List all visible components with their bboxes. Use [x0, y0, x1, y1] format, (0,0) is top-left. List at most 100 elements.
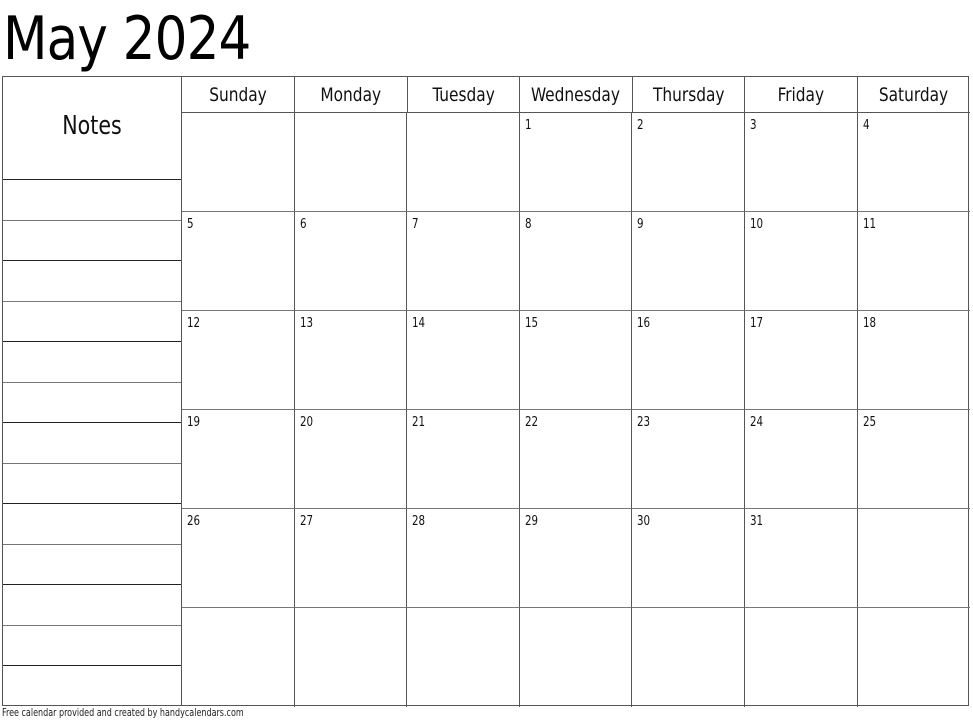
empty-day-cell[interactable] — [632, 608, 745, 707]
day-number: 14 — [412, 316, 426, 331]
day-number: 8 — [524, 217, 532, 232]
empty-day-cell[interactable] — [182, 113, 295, 212]
empty-day-cell[interactable] — [407, 608, 520, 707]
notes-line[interactable] — [3, 543, 181, 545]
weekday-label: Friday — [777, 83, 825, 106]
weekday-label: Tuesday — [432, 83, 495, 106]
day-number: 15 — [524, 316, 538, 331]
day-cell-16[interactable]: 16 — [632, 311, 745, 410]
day-number: 13 — [299, 316, 313, 331]
weekday-header-saturday: Saturday — [857, 77, 971, 113]
day-number: 26 — [187, 514, 201, 529]
notes-line[interactable] — [3, 584, 181, 585]
day-cell-7[interactable]: 7 — [407, 212, 520, 311]
notes-column: Notes — [3, 77, 182, 705]
empty-day-cell[interactable] — [858, 608, 971, 707]
notes-line[interactable] — [3, 462, 181, 464]
day-cell-22[interactable]: 22 — [519, 410, 633, 509]
day-cell-9[interactable]: 9 — [632, 212, 745, 311]
day-number: 6 — [299, 217, 307, 232]
day-cell-30[interactable]: 30 — [632, 509, 745, 608]
day-cell-28[interactable]: 28 — [407, 509, 520, 608]
day-cell-10[interactable]: 10 — [745, 212, 858, 311]
day-cell-5[interactable]: 5 — [182, 212, 295, 311]
day-number: 3 — [750, 118, 757, 133]
empty-day-cell[interactable] — [745, 608, 858, 707]
day-cell-14[interactable]: 14 — [407, 311, 520, 410]
day-number: 5 — [187, 217, 194, 232]
day-cell-13[interactable]: 13 — [294, 311, 408, 410]
day-cell-18[interactable]: 18 — [857, 311, 971, 410]
day-cell-11[interactable]: 11 — [857, 212, 971, 311]
day-cell-17[interactable]: 17 — [745, 311, 858, 410]
day-cell-6[interactable]: 6 — [294, 212, 408, 311]
day-cell-3[interactable]: 3 — [745, 113, 858, 212]
day-number: 12 — [187, 316, 201, 331]
calendar-title: May 2024 — [3, 4, 251, 74]
day-number: 10 — [750, 217, 764, 232]
empty-day-cell[interactable] — [182, 608, 295, 707]
notes-line[interactable] — [3, 341, 181, 342]
day-cell-31[interactable]: 31 — [745, 509, 858, 608]
day-cell-2[interactable]: 2 — [632, 113, 745, 212]
day-number: 22 — [524, 415, 538, 430]
day-number: 27 — [299, 514, 313, 529]
weekday-header-thursday: Thursday — [632, 77, 746, 113]
day-number: 23 — [637, 415, 651, 430]
day-cell-15[interactable]: 15 — [519, 311, 633, 410]
day-cell-26[interactable]: 26 — [182, 509, 295, 608]
day-cell-27[interactable]: 27 — [294, 509, 408, 608]
day-cell-1[interactable]: 1 — [519, 113, 633, 212]
weekday-header-sunday: Sunday — [182, 77, 296, 113]
day-cell-8[interactable]: 8 — [519, 212, 633, 311]
notes-line[interactable] — [3, 665, 181, 666]
weekday-label: Thursday — [652, 83, 725, 106]
weekday-label: Wednesday — [531, 83, 621, 106]
empty-day-cell[interactable] — [407, 113, 520, 212]
day-cell-19[interactable]: 19 — [182, 410, 295, 509]
weekday-header-wednesday: Wednesday — [519, 77, 633, 113]
day-cell-23[interactable]: 23 — [632, 410, 745, 509]
day-cell-21[interactable]: 21 — [407, 410, 520, 509]
empty-day-cell[interactable] — [294, 113, 408, 212]
notes-line[interactable] — [3, 179, 181, 180]
day-number: 28 — [412, 514, 426, 529]
weekday-label: Saturday — [879, 83, 949, 106]
day-number: 21 — [412, 415, 426, 430]
day-number: 29 — [524, 514, 538, 529]
day-number: 25 — [862, 415, 876, 430]
weekday-label: Sunday — [209, 83, 267, 106]
day-cell-4[interactable]: 4 — [857, 113, 971, 212]
notes-line[interactable] — [3, 503, 181, 504]
empty-day-cell[interactable] — [857, 509, 971, 608]
weekday-header-tuesday: Tuesday — [407, 77, 521, 113]
day-number: 19 — [187, 415, 201, 430]
notes-title: Notes — [62, 111, 122, 141]
empty-day-cell[interactable] — [520, 608, 633, 707]
day-number: 17 — [750, 316, 764, 331]
day-number: 11 — [862, 217, 876, 232]
weekday-header-friday: Friday — [745, 77, 859, 113]
day-number: 18 — [862, 316, 876, 331]
notes-line[interactable] — [3, 260, 181, 261]
day-cell-24[interactable]: 24 — [745, 410, 858, 509]
day-number: 31 — [750, 514, 764, 529]
notes-line[interactable] — [3, 422, 181, 423]
day-cell-20[interactable]: 20 — [294, 410, 408, 509]
weekday-header-monday: Monday — [294, 77, 408, 113]
calendar-frame: Notes Sunday Monday Tuesday Wednesday Thursd… — [2, 76, 971, 707]
day-number: 4 — [862, 118, 870, 133]
empty-day-cell[interactable] — [295, 608, 408, 707]
footer-credit: Free calendar provided and created by ha… — [2, 707, 244, 719]
day-cell-29[interactable]: 29 — [519, 509, 633, 608]
notes-line[interactable] — [3, 300, 181, 302]
notes-line[interactable] — [3, 219, 181, 221]
weekday-label: Monday — [320, 83, 382, 106]
notes-line[interactable] — [3, 381, 181, 383]
day-number: 1 — [524, 118, 532, 133]
day-number: 16 — [637, 316, 651, 331]
day-cell-25[interactable]: 25 — [857, 410, 971, 509]
notes-line[interactable] — [3, 624, 181, 626]
day-cell-12[interactable]: 12 — [182, 311, 295, 410]
day-number: 24 — [750, 415, 764, 430]
